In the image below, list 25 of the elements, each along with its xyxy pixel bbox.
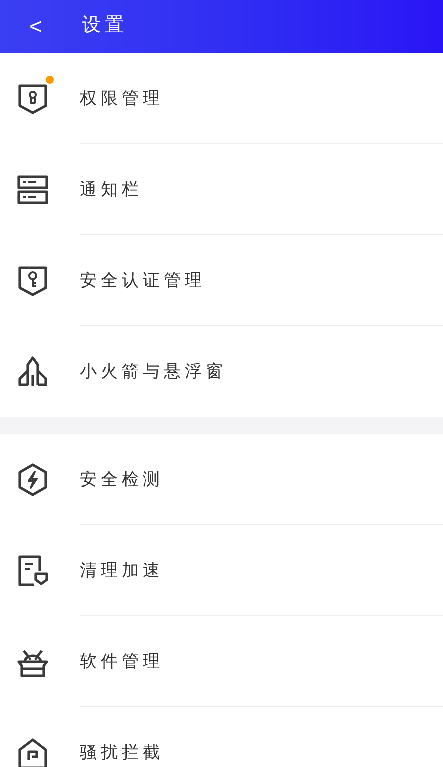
shield-key-icon — [16, 264, 50, 298]
house-icon — [16, 736, 50, 767]
item-label: 骚扰拦截 — [80, 742, 164, 764]
lightning-hexagon-icon — [16, 462, 50, 496]
rocket-icon — [16, 354, 50, 388]
item-label: 软件管理 — [80, 650, 164, 673]
item-label: 安全检测 — [80, 468, 164, 491]
item-label: 小火箭与悬浮窗 — [80, 360, 227, 383]
page-title: 设置 — [82, 14, 128, 38]
settings-item[interactable]: 清理加速 — [0, 525, 443, 616]
back-button[interactable]: < — [24, 16, 48, 38]
document-shield-icon — [16, 554, 50, 588]
settings-item[interactable]: 小火箭与悬浮窗 — [0, 326, 443, 417]
shield-lock-icon — [16, 82, 50, 116]
item-label: 安全认证管理 — [80, 270, 206, 292]
item-label: 清理加速 — [80, 560, 164, 582]
server-icon — [16, 172, 50, 206]
settings-item[interactable]: 软件管理 — [0, 616, 443, 707]
settings-item[interactable]: 通知栏 — [0, 144, 443, 235]
settings-item[interactable]: 安全认证管理 — [0, 235, 443, 326]
settings-item[interactable]: 骚扰拦截 — [0, 707, 443, 767]
item-label: 通知栏 — [80, 178, 143, 201]
item-label: 权限管理 — [80, 88, 164, 110]
settings-item[interactable]: 权限管理 — [0, 53, 443, 144]
settings-item[interactable]: 安全检测 — [0, 434, 443, 525]
